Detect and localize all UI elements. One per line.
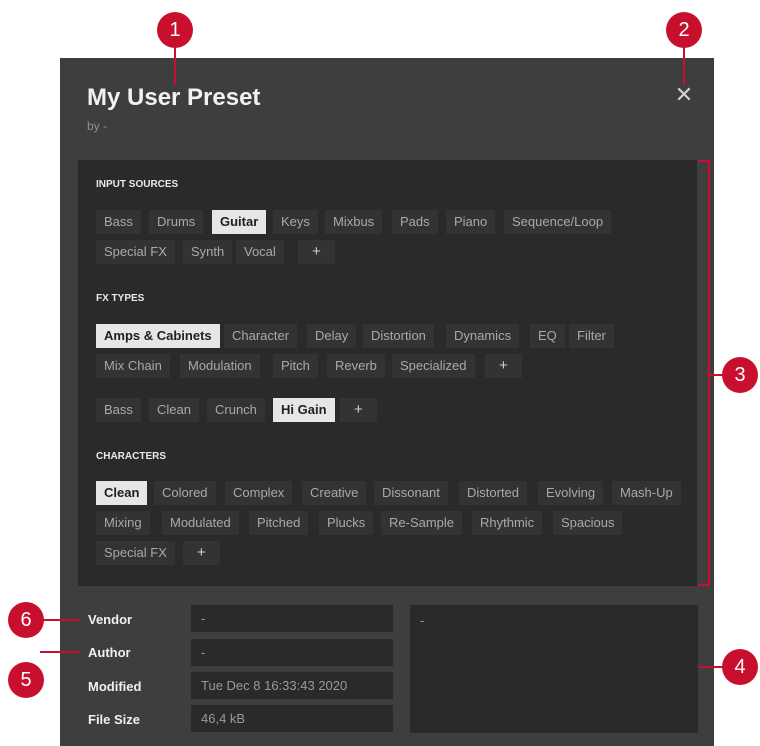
author-field[interactable]: - [191, 639, 393, 666]
callout-1-line [174, 43, 176, 85]
tag-char-plucks[interactable]: Plucks [319, 511, 374, 535]
callout-6-line [40, 619, 80, 621]
tag-fx-reverb[interactable]: Reverb [327, 354, 385, 378]
tag-input-drums[interactable]: Drums [149, 210, 204, 234]
callout-1: 1 [157, 12, 193, 48]
callout-6: 6 [8, 602, 44, 638]
vendor-label: Vendor [88, 612, 133, 627]
filesize-label: File Size [88, 712, 141, 727]
tag-char-rhythmic[interactable]: Rhythmic [472, 511, 543, 535]
tag-fx-character[interactable]: Character [224, 324, 298, 348]
preset-title: My User Preset [87, 84, 261, 111]
add-fx-subtype-button[interactable]: + [340, 398, 377, 422]
section-title-fx-types: FX TYPES [96, 293, 145, 304]
callout-3: 3 [722, 357, 758, 393]
tag-char-colored[interactable]: Colored [154, 481, 216, 505]
tag-fx-dynamics[interactable]: Dynamics [446, 324, 520, 348]
tag-fx-distortion[interactable]: Distortion [363, 324, 434, 348]
tag-fx-eq[interactable]: EQ [530, 324, 565, 348]
tag-input-special-fx[interactable]: Special FX [96, 240, 175, 264]
add-character-button[interactable]: + [183, 541, 220, 565]
tag-fx-specialized[interactable]: Specialized [392, 354, 475, 378]
vendor-field[interactable]: - [191, 605, 393, 632]
callout-5-line [40, 651, 80, 653]
callout-3-bracket-bottom [698, 584, 710, 586]
section-title-input-sources: INPUT SOURCES [96, 179, 179, 190]
tag-input-sequence-loop[interactable]: Sequence/Loop [504, 210, 612, 234]
tag-fx-amps-cabinets[interactable]: Amps & Cabinets [96, 324, 220, 348]
tag-input-bass[interactable]: Bass [96, 210, 141, 234]
callout-4: 4 [722, 649, 758, 685]
section-title-characters: CHARACTERS [96, 451, 166, 462]
tag-input-guitar[interactable]: Guitar [212, 210, 267, 234]
tag-fx-modulation[interactable]: Modulation [180, 354, 260, 378]
modified-value: Tue Dec 8 16:33:43 2020 [191, 672, 393, 699]
tag-char-creative[interactable]: Creative [302, 481, 367, 505]
tag-sub-clean[interactable]: Clean [149, 398, 199, 422]
tag-input-piano[interactable]: Piano [446, 210, 496, 234]
tag-fx-filter[interactable]: Filter [569, 324, 614, 348]
tag-input-mixbus[interactable]: Mixbus [325, 210, 383, 234]
filesize-value: 46,4 kB [191, 705, 393, 732]
add-input-source-button[interactable]: + [298, 240, 335, 264]
author-label: Author [88, 645, 131, 660]
tag-fx-pitch[interactable]: Pitch [273, 354, 318, 378]
tag-char-evolving[interactable]: Evolving [538, 481, 604, 505]
tag-char-special-fx[interactable]: Special FX [96, 541, 175, 565]
tag-fx-mix-chain[interactable]: Mix Chain [96, 354, 170, 378]
modified-label: Modified [88, 679, 142, 694]
callout-3-bracket-side [708, 160, 710, 586]
tag-input-keys[interactable]: Keys [273, 210, 318, 234]
tag-char-dissonant[interactable]: Dissonant [374, 481, 448, 505]
tag-input-pads[interactable]: Pads [392, 210, 438, 234]
tag-sub-bass[interactable]: Bass [96, 398, 141, 422]
tag-char-pitched[interactable]: Pitched [249, 511, 309, 535]
callout-2-line [683, 43, 685, 85]
tag-char-modulated[interactable]: Modulated [162, 511, 239, 535]
tag-input-synth[interactable]: Synth [183, 240, 233, 264]
close-icon[interactable]: ✕ [673, 84, 695, 106]
add-fx-type-button[interactable]: + [485, 354, 522, 378]
tag-char-spacious[interactable]: Spacious [553, 511, 623, 535]
tag-char-clean[interactable]: Clean [96, 481, 148, 505]
tag-sub-crunch[interactable]: Crunch [207, 398, 265, 422]
comment-field[interactable]: - [410, 605, 698, 733]
tag-char-mash-up[interactable]: Mash-Up [612, 481, 681, 505]
tag-input-vocal[interactable]: Vocal [236, 240, 284, 264]
tag-char-re-sample[interactable]: Re-Sample [381, 511, 463, 535]
preset-author-subtitle: by - [87, 119, 108, 133]
tag-char-complex[interactable]: Complex [225, 481, 293, 505]
callout-5: 5 [8, 662, 44, 698]
tag-char-mixing[interactable]: Mixing [96, 511, 150, 535]
tag-char-distorted[interactable]: Distorted [459, 481, 528, 505]
tag-fx-delay[interactable]: Delay [307, 324, 357, 348]
tag-sub-hi-gain[interactable]: Hi Gain [273, 398, 335, 422]
callout-2: 2 [666, 12, 702, 48]
